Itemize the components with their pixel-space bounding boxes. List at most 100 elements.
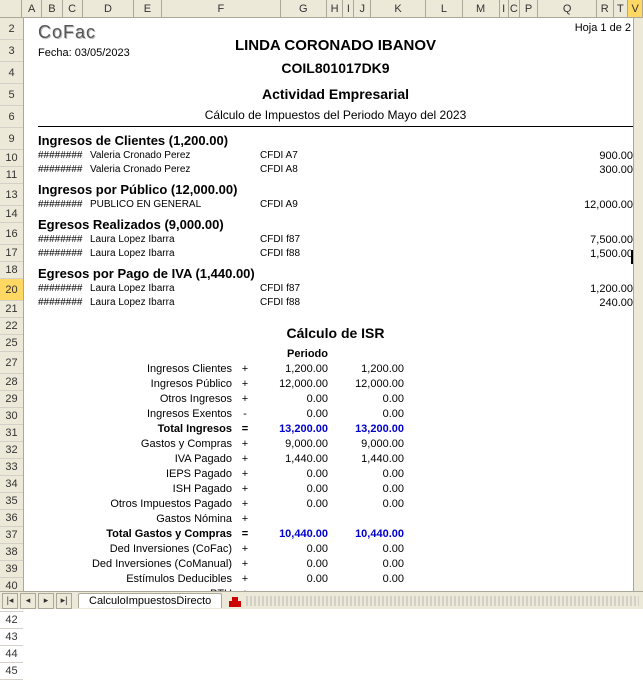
tab-nav-prev[interactable]: ◂ [20,593,36,609]
row-header[interactable]: 34 [0,476,23,493]
row-header[interactable]: 38 [0,544,23,561]
date-value: 03/05/2023 [75,47,130,59]
column-header[interactable]: Q [538,0,597,17]
horizontal-scrollbar[interactable] [246,596,639,606]
isr-value-1: 0.00 [252,497,328,512]
row-header[interactable]: 3 [0,40,23,62]
line-party: Laura Lopez Ibarra [90,248,260,260]
column-header[interactable]: P [520,0,538,17]
row-header[interactable]: 21 [0,301,23,318]
isr-label: Gastos y Compras [38,437,238,452]
column-header[interactable]: L [426,0,463,17]
row-header[interactable]: 44 [0,646,23,663]
row-header[interactable]: 42 [0,612,23,629]
row-header[interactable]: 4 [0,62,23,84]
column-header[interactable]: G [281,0,327,17]
isr-op: + [238,392,252,407]
isr-row: IEPS Pagado+0.000.00 [38,467,633,482]
isr-value-1: 0.00 [252,482,328,497]
isr-label: Ded Inversiones (CoFac) [38,542,238,557]
line-amount: 7,500.00 [563,234,633,246]
tab-nav-last[interactable]: ▸| [56,593,72,609]
row-header[interactable]: 33 [0,459,23,476]
row-header[interactable]: 35 [0,493,23,510]
row-header[interactable]: 28 [0,374,23,391]
tab-nav-first[interactable]: |◂ [2,593,18,609]
isr-row: Ingresos Clientes+1,200.001,200.00 [38,362,633,377]
column-header[interactable]: C [63,0,83,17]
row-header[interactable]: 32 [0,442,23,459]
isr-value-2: 1,440.00 [328,452,404,467]
tab-nav-next[interactable]: ▸ [38,593,54,609]
row-header[interactable]: 37 [0,527,23,544]
line-doc: CFDI f88 [260,297,350,309]
column-header[interactable]: A [22,0,42,17]
transaction-line: ########Laura Lopez IbarraCFDI f88240.00 [38,297,633,309]
column-header[interactable]: E [134,0,162,17]
row-header[interactable]: 43 [0,629,23,646]
row-header[interactable]: 27 [0,352,23,374]
row-header[interactable]: 5 [0,84,23,106]
column-header[interactable]: J [354,0,371,17]
vertical-scrollbar[interactable] [633,18,643,591]
line-doc: CFDI f88 [260,248,350,260]
isr-row: Gastos y Compras+9,000.009,000.00 [38,437,633,452]
row-header[interactable]: 31 [0,425,23,442]
row-header[interactable]: 18 [0,262,23,279]
row-header[interactable]: 30 [0,408,23,425]
line-doc: CFDI A9 [260,199,350,211]
row-header[interactable]: 9 [0,128,23,150]
sheet-tab-bar: |◂ ◂ ▸ ▸| CalculoImpuestosDirecto [0,591,643,609]
column-header[interactable]: T [614,0,629,17]
column-header[interactable]: V [628,0,643,17]
column-header[interactable]: I [343,0,354,17]
isr-value-2: 10,440.00 [328,527,404,542]
row-header[interactable]: 36 [0,510,23,527]
row-header[interactable]: 22 [0,318,23,335]
row-header[interactable]: 6 [0,106,23,128]
line-party: Laura Lopez Ibarra [90,297,260,309]
column-header[interactable]: I [500,0,509,17]
row-header[interactable]: 29 [0,391,23,408]
isr-value-1: 9,000.00 [252,437,328,452]
transaction-line: ########PUBLICO EN GENERALCFDI A912,000.… [38,199,633,211]
row-header[interactable]: 20 [0,279,23,301]
row-header[interactable]: 16 [0,223,23,245]
column-header[interactable]: C [509,0,520,17]
line-amount: 1,200.00 [563,283,633,295]
isr-op: + [238,482,252,497]
line-doc: CFDI A7 [260,150,350,162]
column-header[interactable]: R [597,0,614,17]
section-header: Egresos por Pago de IVA (1,440.00) [38,266,633,281]
row-header[interactable]: 11 [0,167,23,184]
row-header[interactable]: 2 [0,18,23,40]
row-header[interactable]: 10 [0,150,23,167]
row-header[interactable]: 13 [0,184,23,206]
column-header[interactable]: H [327,0,344,17]
line-doc: CFDI f87 [260,234,350,246]
sheet-tab[interactable]: CalculoImpuestosDirecto [78,593,222,608]
isr-value-1: 0.00 [252,392,328,407]
isr-value-1 [252,512,328,527]
column-header[interactable]: F [162,0,281,17]
row-header[interactable]: 14 [0,206,23,223]
row-header[interactable]: 17 [0,245,23,262]
row-header[interactable]: 39 [0,561,23,578]
isr-value-2: 1,200.00 [328,362,404,377]
isr-row: Ingresos Exentos-0.000.00 [38,407,633,422]
select-all-corner[interactable] [0,0,22,17]
transaction-line: ########Laura Lopez IbarraCFDI f877,500.… [38,234,633,246]
isr-op: + [238,467,252,482]
row-header[interactable]: 45 [0,663,23,680]
page-number: Hoja 1 de 2 [575,22,631,34]
column-header[interactable]: B [42,0,62,17]
isr-row: Ded Inversiones (CoManual)+0.000.00 [38,557,633,572]
column-header[interactable]: D [83,0,134,17]
line-amount: 12,000.00 [563,199,633,211]
row-header[interactable]: 25 [0,335,23,352]
isr-op: + [238,362,252,377]
column-header[interactable]: K [371,0,426,17]
tab-handle-icon[interactable] [228,594,242,608]
column-header[interactable]: M [463,0,500,17]
isr-label: ISH Pagado [38,482,238,497]
